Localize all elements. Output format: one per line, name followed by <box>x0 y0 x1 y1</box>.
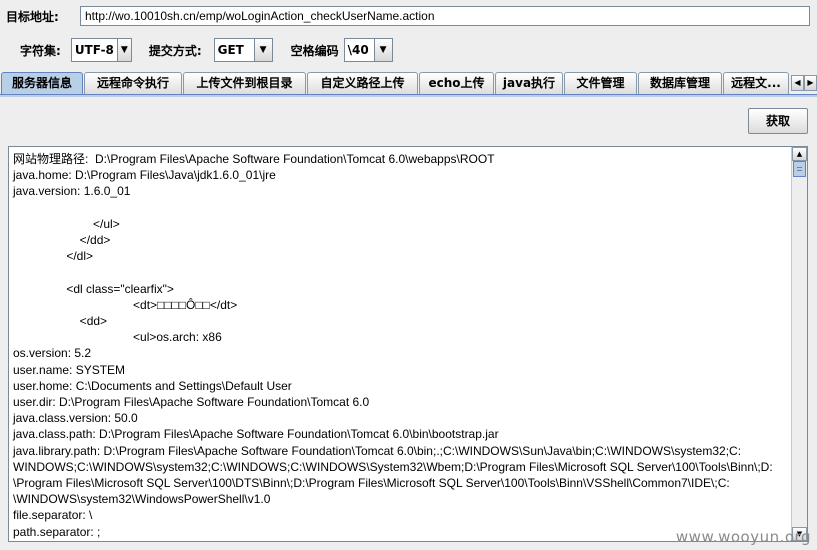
fetch-button[interactable]: 获取 <box>748 108 808 134</box>
method-value: GET <box>217 43 244 57</box>
output-line: user.home: C:\Documents and Settings\Def… <box>13 378 292 393</box>
space-encoding-value: \40 <box>347 43 369 57</box>
method-label: 提交方式: <box>148 43 202 58</box>
space-encoding-label: 空格编码 <box>290 43 339 58</box>
tab-divider <box>0 94 817 97</box>
output-line: \WINDOWS\system32\WindowsPowerShell\v1.0 <box>13 492 271 507</box>
output-line: user.name: SYSTEM <box>13 362 126 377</box>
output-line: java.version: 1.6.0_01 <box>13 184 131 199</box>
tab-bar: 服务器信息 远程命令执行 上传文件到根目录 自定义路径上传 echo上传 jav… <box>0 72 817 94</box>
tab-upload-root[interactable]: 上传文件到根目录 <box>183 72 306 94</box>
output-line: os.version: 5.2 <box>13 346 92 361</box>
output-line: </ul> <box>13 216 120 231</box>
chevron-down-icon[interactable]: ▼ <box>373 39 392 61</box>
output-line: \Program Files\Microsoft SQL Server\100\… <box>13 476 730 491</box>
output-line: java.library.path: D:\Program Files\Apac… <box>13 443 742 458</box>
tab-file-manager[interactable]: 文件管理 <box>564 72 637 94</box>
target-url-row: 目标地址: <box>0 4 817 28</box>
chevron-down-icon[interactable]: ▼ <box>116 39 131 61</box>
output-textarea[interactable]: 网站物理路径: D:\Program Files\Apache Software… <box>8 146 808 542</box>
tab-echo-upload[interactable]: echo上传 <box>419 72 494 94</box>
output-line: java.class.version: 50.0 <box>13 411 138 426</box>
tab-java-exec[interactable]: java执行 <box>495 72 563 94</box>
output-line: 网站物理路径: D:\Program Files\Apache Software… <box>13 152 495 166</box>
charset-label: 字符集: <box>20 43 61 58</box>
output-line: path.separator: ; <box>13 524 101 539</box>
output-text: 网站物理路径: D:\Program Files\Apache Software… <box>13 151 789 540</box>
output-line: <dd> <box>13 314 108 329</box>
vertical-scrollbar[interactable]: ▲ ▼ <box>791 147 807 541</box>
tab-custom-path-upload[interactable]: 自定义路径上传 <box>307 72 418 94</box>
space-encoding-select[interactable]: \40 ▼ <box>343 38 393 62</box>
method-select[interactable]: GET ▼ <box>213 38 273 62</box>
tab-remote-file[interactable]: 远程文... <box>723 72 789 94</box>
tab-server-info[interactable]: 服务器信息 <box>1 72 83 94</box>
chevron-left-icon[interactable]: ◀ <box>791 75 804 91</box>
output-line: <ul>os.arch: x86 <box>13 330 222 345</box>
watermark: www.wooyun.org <box>675 528 811 546</box>
scrollbar-thumb[interactable] <box>793 161 806 177</box>
chevron-up-icon[interactable]: ▲ <box>792 147 807 161</box>
output-line: file.separator: \ <box>13 508 93 523</box>
output-line: user.dir: D:\Program Files\Apache Softwa… <box>13 395 370 410</box>
target-url-label: 目标地址: <box>6 9 59 24</box>
chevron-down-icon[interactable]: ▼ <box>253 39 272 61</box>
output-line: </dd> <box>13 233 111 248</box>
output-line: WINDOWS;C:\WINDOWS\system32;C:\WINDOWS;C… <box>13 459 773 474</box>
charset-select[interactable]: UTF-8 ▼ <box>70 38 132 62</box>
chevron-right-icon[interactable]: ▶ <box>804 75 817 91</box>
tab-database-manager[interactable]: 数据库管理 <box>638 72 722 94</box>
tab-remote-command[interactable]: 远程命令执行 <box>84 72 182 94</box>
target-url-input[interactable] <box>80 6 810 26</box>
output-line: <dt>□□□□Ô□□</dt> <box>13 297 238 312</box>
charset-value: UTF-8 <box>74 43 114 57</box>
output-line: </dl> <box>13 249 94 264</box>
options-row: 字符集: UTF-8 ▼ 提交方式: GET ▼ 空格编码 \40 ▼ <box>0 37 817 63</box>
output-line: java.class.path: D:\Program Files\Apache… <box>13 427 499 442</box>
output-line: java.home: D:\Program Files\Java\jdk1.6.… <box>13 168 276 183</box>
output-line: <dl class="clearfix"> <box>13 281 174 296</box>
